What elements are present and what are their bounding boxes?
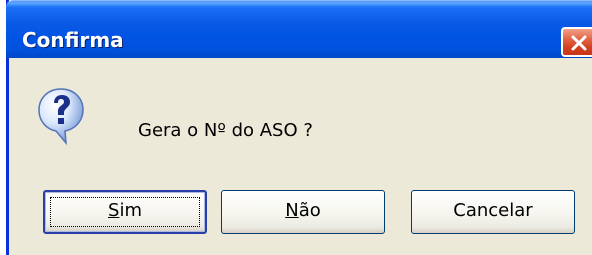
title-bar-highlight: [6, 0, 592, 6]
cancel-button[interactable]: Cancelar: [411, 190, 575, 234]
question-icon: [38, 88, 84, 146]
no-button-label: Não: [285, 200, 321, 221]
yes-button-label: Sim: [108, 200, 142, 221]
dialog-body: Gera o Nº do ASO ? Sim Não Cancelar: [9, 58, 592, 255]
close-button[interactable]: [561, 27, 592, 57]
yes-button[interactable]: Sim: [43, 190, 207, 234]
cancel-button-label: Cancelar: [453, 200, 533, 221]
no-button[interactable]: Não: [221, 190, 385, 234]
dialog-window: Confirma Gera o Nº do ASO ? Sim Não Canc…: [6, 0, 592, 255]
window-title: Confirma: [22, 28, 124, 52]
title-bar[interactable]: Confirma: [6, 0, 592, 58]
close-icon: [571, 35, 587, 51]
dialog-message: Gera o Nº do ASO ?: [138, 120, 313, 141]
